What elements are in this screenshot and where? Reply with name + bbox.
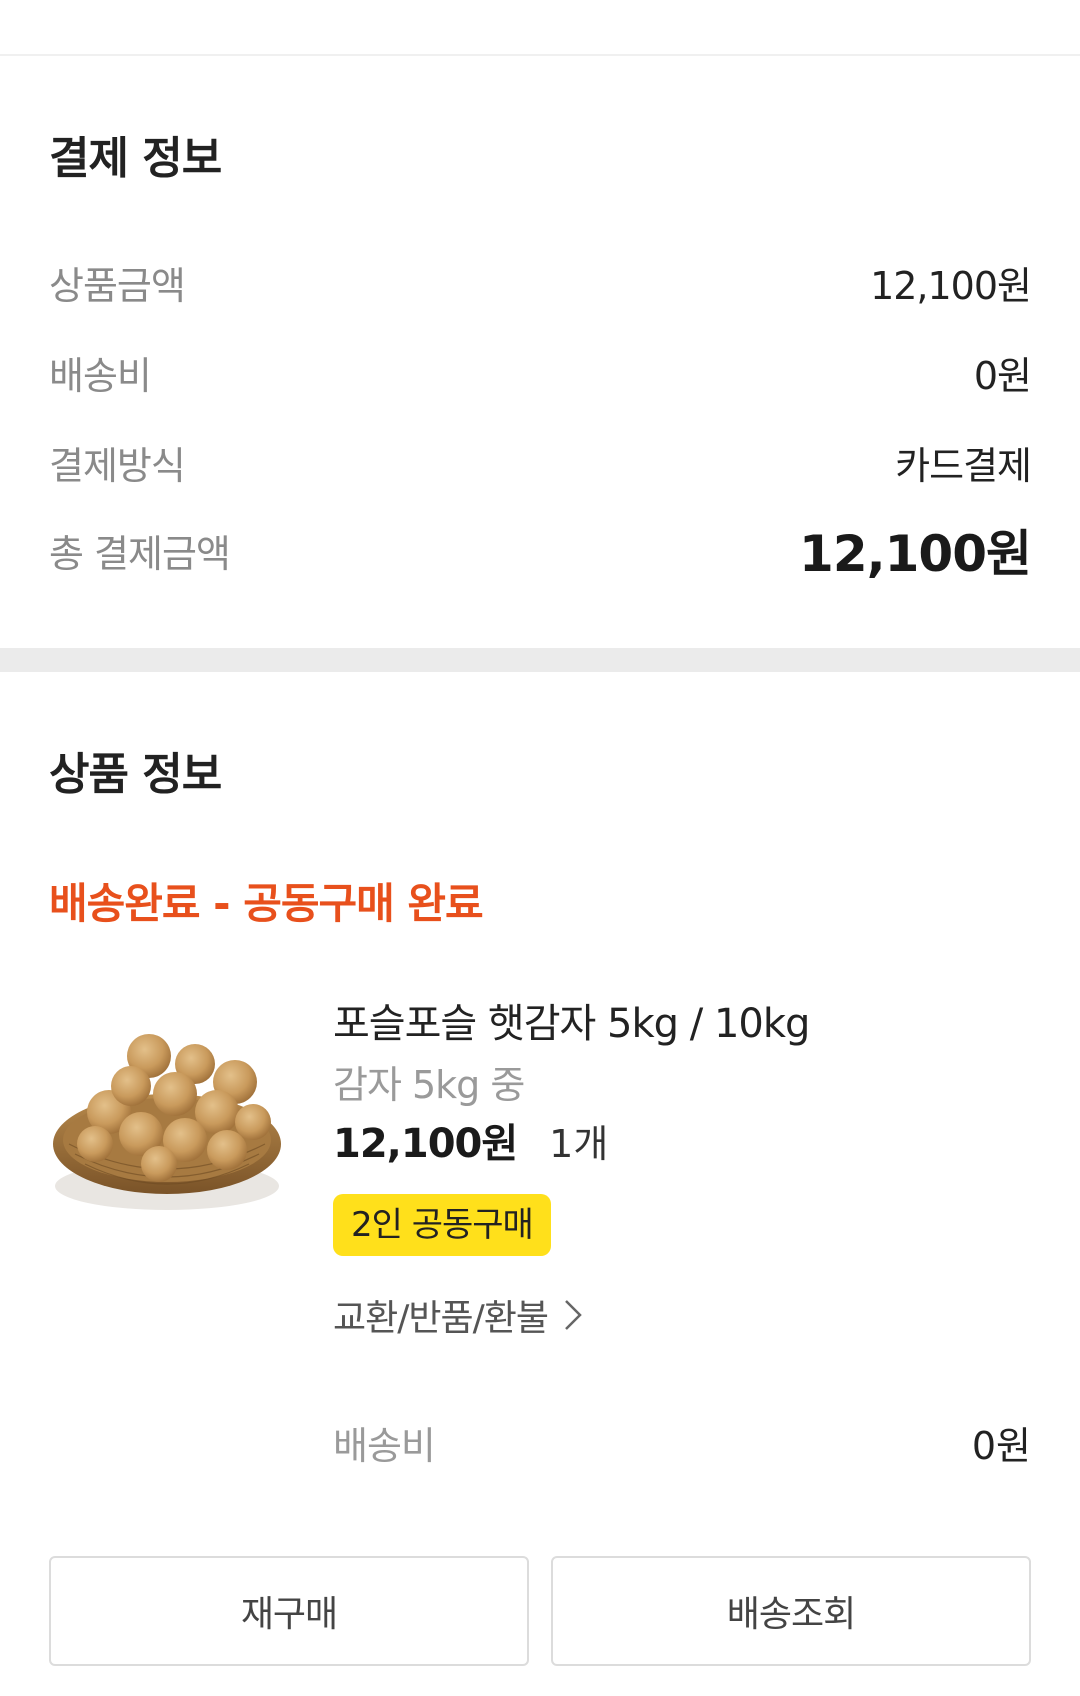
group-buy-badge: 2인 공동구매 <box>333 1194 551 1256</box>
exchange-return-refund-link[interactable]: 교환/반품/환불 <box>333 1290 1033 1340</box>
product-price: 12,100원 <box>333 1121 518 1167</box>
product-info-title: 상품 정보 <box>49 749 222 800</box>
top-strip <box>0 0 1080 56</box>
product-amount-value: 12,100원 <box>870 263 1032 308</box>
payment-method-label: 결제방식 <box>49 443 186 488</box>
payment-info-section: 결제 정보 상품금액 12,100원 배송비 0원 결제방식 카드결제 총 결제… <box>0 56 1080 648</box>
exchange-return-refund-label: 교환/반품/환불 <box>333 1298 549 1339</box>
product-option: 감자 5kg 중 <box>333 1063 525 1107</box>
total-payment-row: 총 결제금액 12,100원 <box>49 520 1032 583</box>
track-delivery-button[interactable]: 배송조회 <box>551 1556 1031 1666</box>
payment-method-row: 결제방식 카드결제 <box>49 432 1032 492</box>
price-line: 12,100원 1개 <box>333 1116 1033 1172</box>
item-shipping-fee-row: 배송비 0원 <box>333 1414 1031 1470</box>
section-divider <box>0 648 1080 672</box>
payment-method-value: 카드결제 <box>895 443 1032 488</box>
product-details: 포슬포슬 햇감자 5kg / 10kg 감자 5kg 중 12,100원 1개 … <box>333 996 1033 1340</box>
product-quantity: 1개 <box>549 1122 609 1166</box>
product-name[interactable]: 포슬포슬 햇감자 5kg / 10kg <box>333 996 1033 1052</box>
product-amount-label: 상품금액 <box>49 263 186 308</box>
shipping-fee-row: 배송비 0원 <box>49 342 1032 402</box>
shipping-fee-label: 배송비 <box>49 353 152 398</box>
product-info-section: 상품 정보 배송완료 - 공동구매 완료 포슬포슬 햇감자 5kg / 10kg… <box>0 672 1080 1696</box>
total-payment-label: 총 결제금액 <box>49 531 231 576</box>
product-amount-row: 상품금액 12,100원 <box>49 252 1032 312</box>
item-shipping-fee-label: 배송비 <box>333 1423 436 1468</box>
shipping-fee-value: 0원 <box>973 353 1032 398</box>
potato-basket-image[interactable] <box>49 994 285 1230</box>
total-payment-value: 12,100원 <box>799 525 1032 583</box>
order-status: 배송완료 - 공동구매 완료 <box>49 879 484 928</box>
rebuy-button[interactable]: 재구매 <box>49 1556 529 1666</box>
payment-info-title: 결제 정보 <box>49 133 222 184</box>
item-shipping-fee-value: 0원 <box>971 1423 1031 1468</box>
chevron-right-icon <box>562 1297 584 1333</box>
